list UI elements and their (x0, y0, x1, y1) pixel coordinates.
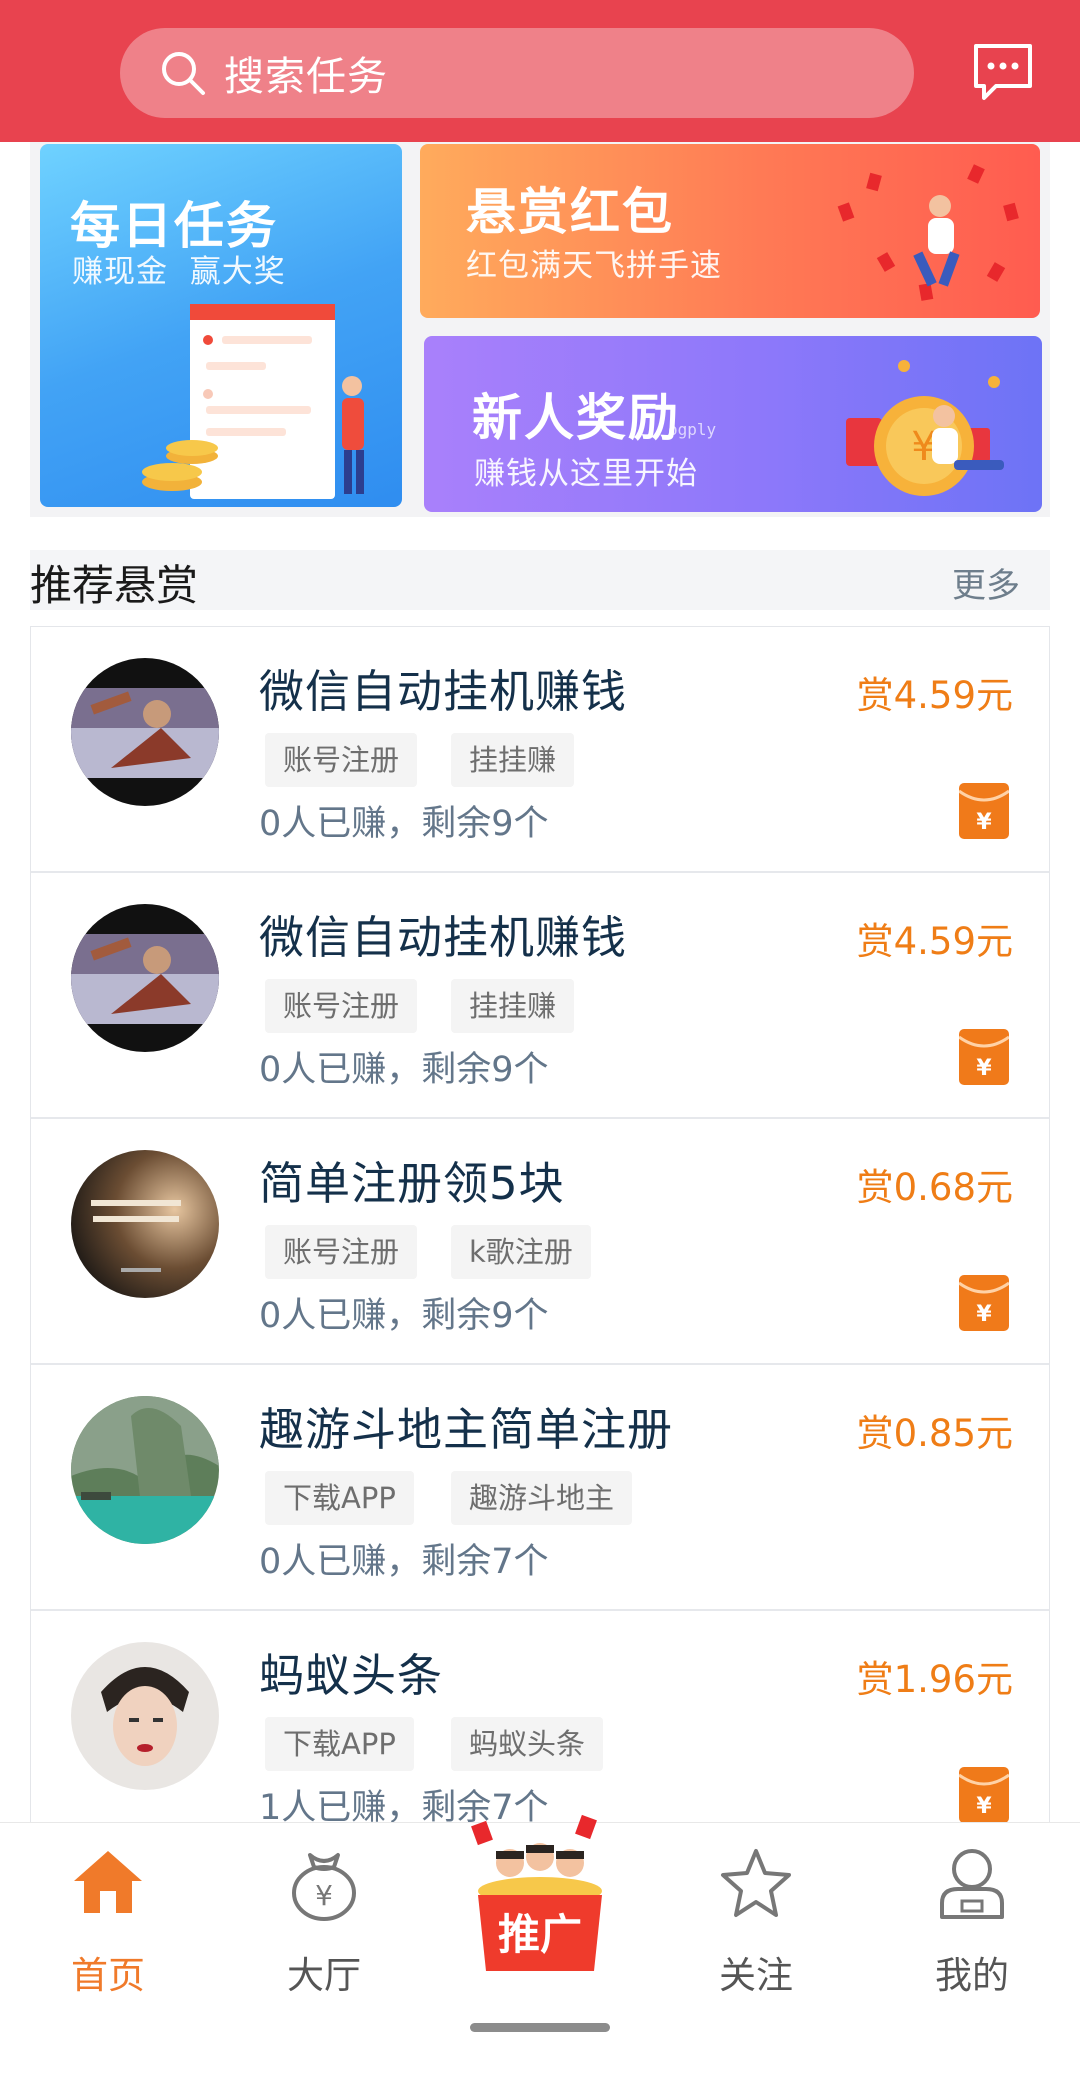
search-icon (162, 52, 205, 95)
task-card[interactable]: 微信自动挂机赚钱 赏4.59元 账号注册 挂挂赚 0人已赚，剩余9个 ¥ (31, 873, 1049, 1119)
task-card[interactable]: 趣游斗地主简单注册 赏0.85元 下载APP 趣游斗地主 0人已赚，剩余7个 (31, 1365, 1049, 1611)
task-stats: 0人已赚，剩余9个 (259, 1296, 549, 1336)
watermark-text: ogply (668, 420, 717, 439)
task-stats: 0人已赚，剩余7个 (259, 1542, 549, 1582)
tab-label: 我的 (935, 1954, 1009, 1997)
tab-promotion[interactable]: 推广 (460, 1811, 620, 1981)
svg-text:¥: ¥ (976, 1302, 992, 1327)
task-tag: 蚂蚁头条 (451, 1717, 604, 1771)
task-tag: 账号注册 (265, 733, 418, 787)
reward-redpacket-banner[interactable]: 悬赏红包 红包满天飞拼手速 (420, 144, 1040, 318)
task-reward: 赏1.96元 (856, 1658, 1013, 1701)
task-stats: 0人已赚，剩余9个 (259, 804, 549, 844)
svg-text:¥: ¥ (976, 810, 992, 835)
coin-illustration: ¥ (846, 360, 1004, 496)
bottom-tab-bar: 首页 ¥ 大厅 推广 关注 我的 (0, 1814, 1080, 2076)
new-user-banner-title: 新人奖励 (472, 389, 680, 447)
task-reward: 赏4.59元 (856, 920, 1013, 963)
task-title: 微信自动挂机赚钱 (259, 665, 628, 718)
money-bag-icon: ¥ (292, 1853, 356, 1921)
task-reward: 赏4.59元 (856, 674, 1013, 717)
svg-text:¥: ¥ (976, 1056, 992, 1081)
tab-follow[interactable]: 关注 (676, 1845, 836, 1997)
task-tag: 趣游斗地主 (451, 1471, 633, 1525)
red-envelope-icon: ¥ (959, 1767, 1009, 1822)
more-link[interactable]: 更多 (952, 558, 1020, 607)
promotion-label: 推广 (498, 1910, 582, 1959)
red-envelope-icon: ¥ (959, 783, 1009, 839)
tab-label: 关注 (719, 1954, 793, 1997)
svg-text:¥: ¥ (315, 1879, 333, 1912)
task-title: 趣游斗地主简单注册 (259, 1403, 674, 1456)
task-title: 简单注册领5块 (259, 1157, 565, 1210)
svg-text:¥: ¥ (976, 1794, 992, 1819)
task-avatar (71, 1150, 219, 1298)
recommended-section-header: 推荐悬赏 更多 (30, 550, 1050, 610)
flying-redpackets-illustration (837, 164, 1019, 301)
task-board-illustration (142, 304, 364, 499)
tab-label: 首页 (71, 1954, 145, 1997)
reward-banner-title: 悬赏红包 (466, 183, 674, 241)
task-avatar (71, 904, 219, 1052)
task-tag: 下载APP (265, 1717, 414, 1771)
task-reward: 赏0.85元 (856, 1412, 1013, 1455)
new-user-reward-banner[interactable]: 新人奖励 赚钱从这里开始 ogply ¥ (424, 336, 1042, 512)
task-avatar (71, 1642, 219, 1790)
tab-mine[interactable]: 我的 (892, 1845, 1052, 1997)
task-avatar (71, 1396, 219, 1544)
daily-task-banner[interactable]: 每日任务 赚现金 赢大奖 (40, 144, 402, 507)
task-tag: k歌注册 (451, 1225, 591, 1279)
message-icon[interactable] (972, 42, 1034, 102)
task-avatar (71, 658, 219, 806)
tab-hall[interactable]: ¥ 大厅 (244, 1845, 404, 1997)
home-indicator[interactable] (470, 2023, 610, 2032)
section-title: 推荐悬赏 (30, 561, 199, 610)
task-reward: 赏0.68元 (856, 1166, 1013, 1209)
search-bar[interactable]: 搜索任务 (120, 28, 914, 118)
task-list: 微信自动挂机赚钱 赏4.59元 账号注册 挂挂赚 0人已赚，剩余9个 ¥ 微信自… (30, 626, 1050, 1822)
task-tag: 下载APP (265, 1471, 414, 1525)
task-tag: 挂挂赚 (451, 733, 575, 787)
task-tag: 挂挂赚 (451, 979, 575, 1033)
task-card[interactable]: 简单注册领5块 赏0.68元 账号注册 k歌注册 0人已赚，剩余9个 ¥ (31, 1119, 1049, 1365)
new-user-banner-subtitle: 赚钱从这里开始 (474, 456, 698, 492)
reward-banner-subtitle: 红包满天飞拼手速 (466, 248, 722, 284)
banner-area: 每日任务 赚现金 赢大奖 悬赏红包 红包满天飞拼手速 新人奖励 赚钱从这里开始 … (30, 142, 1050, 517)
home-icon (74, 1851, 142, 1913)
user-icon (940, 1849, 1004, 1919)
task-title: 微信自动挂机赚钱 (259, 911, 628, 964)
task-tag: 账号注册 (265, 1225, 418, 1279)
red-envelope-icon: ¥ (959, 1275, 1009, 1331)
star-icon (721, 1849, 791, 1917)
task-tag: 账号注册 (265, 979, 418, 1033)
tab-home[interactable]: 首页 (28, 1845, 188, 1997)
red-envelope-icon: ¥ (959, 1029, 1009, 1085)
top-header: 搜索任务 (0, 0, 1080, 142)
task-stats: 0人已赚，剩余9个 (259, 1050, 549, 1090)
promotion-icon: 推广 (471, 1814, 602, 1971)
tab-label: 大厅 (287, 1954, 361, 1997)
task-card[interactable]: 微信自动挂机赚钱 赏4.59元 账号注册 挂挂赚 0人已赚，剩余9个 ¥ (31, 627, 1049, 873)
task-title: 蚂蚁头条 (259, 1649, 444, 1702)
task-card[interactable]: 蚂蚁头条 赏1.96元 下载APP 蚂蚁头条 1人已赚，剩余7个 ¥ (31, 1611, 1049, 1822)
daily-task-subtitle: 赚现金 赢大奖 (72, 254, 286, 290)
search-placeholder: 搜索任务 (224, 54, 388, 100)
